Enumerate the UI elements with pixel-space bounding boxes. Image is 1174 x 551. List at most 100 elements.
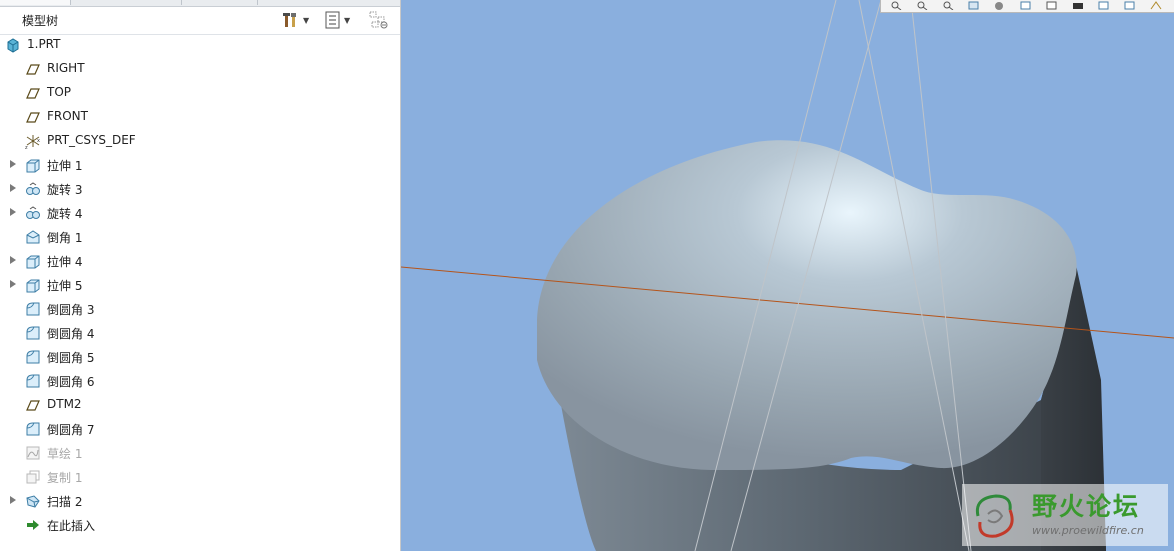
model-tree-panel: 模型树 ▼ ▼ 1.PRT RIGHT TOP FRONT z x PRT_CS… <box>0 0 401 551</box>
tree-item-extrude-1[interactable]: 拉伸 1 <box>0 154 396 176</box>
zoom-out-icon[interactable] <box>941 1 955 10</box>
tree-filter-icon <box>369 11 388 29</box>
zoom-in-icon[interactable] <box>915 1 929 10</box>
expand-arrow-icon[interactable] <box>10 256 16 264</box>
tree-item-round-4[interactable]: 倒圆角 4 <box>0 322 396 344</box>
tree-item-label: 拉伸 4 <box>47 255 83 269</box>
tree-item-round-6[interactable]: 倒圆角 6 <box>0 370 396 392</box>
expand-arrow-icon[interactable] <box>10 184 16 192</box>
tree-item-label: 倒角 1 <box>47 231 83 245</box>
tree-item-label: 旋转 4 <box>47 207 83 221</box>
svg-text:x: x <box>37 138 40 144</box>
repaint-icon[interactable] <box>967 1 981 10</box>
tree-columns-button[interactable]: ▼ <box>325 11 350 29</box>
watermark-logo-icon <box>975 494 1014 538</box>
tree-item-label: TOP <box>47 85 72 99</box>
tree-item-extrude-4[interactable]: 拉伸 4 <box>0 250 396 272</box>
settings-button[interactable]: ▼ <box>282 11 309 29</box>
expand-arrow-icon[interactable] <box>10 496 16 504</box>
tab-folder-browser[interactable] <box>71 0 182 5</box>
tree-item-insert-here[interactable]: 在此插入 <box>0 514 396 536</box>
tree-item-label: 扫描 2 <box>47 495 83 509</box>
graphics-viewport[interactable] <box>401 0 1174 551</box>
revolve-icon <box>26 206 40 219</box>
tree-item-sketch-1[interactable]: 草绘 1 <box>0 442 396 464</box>
display-style-icon[interactable] <box>993 1 1007 10</box>
tree-item-label: 拉伸 1 <box>47 159 83 173</box>
chevron-down-icon: ▼ <box>344 15 351 25</box>
extrude-icon <box>26 279 40 293</box>
tree-item-label: 倒圆角 5 <box>47 351 95 365</box>
chamfer-icon <box>26 230 40 244</box>
tree-item-revolve-4[interactable]: 旋转 4 <box>0 202 396 224</box>
watermark-url: www.proewildfire.cn <box>1032 524 1144 537</box>
sketch-icon <box>26 446 40 460</box>
tree-item-label: 倒圆角 4 <box>47 327 95 341</box>
tree-item-label: FRONT <box>47 109 88 123</box>
tree-item-label: 倒圆角 3 <box>47 303 95 317</box>
tree-item-label: DTM2 <box>47 397 82 411</box>
tree-item-label: PRT_CSYS_DEF <box>47 133 136 147</box>
insert-here-arrow-icon <box>27 520 39 530</box>
settings-icon <box>283 13 296 27</box>
round-icon <box>26 374 40 388</box>
svg-text:z: z <box>25 145 28 149</box>
expand-arrow-icon[interactable] <box>10 280 16 288</box>
tree-item-round-3[interactable]: 倒圆角 3 <box>0 298 396 320</box>
tree-item-label: 旋转 3 <box>47 183 83 197</box>
tree-item-chamfer-1[interactable]: 倒角 1 <box>0 226 396 248</box>
tree-item-label: 倒圆角 7 <box>47 423 95 437</box>
saved-views-icon[interactable] <box>1019 1 1033 10</box>
watermark-title: 野火论坛 <box>1032 492 1141 521</box>
tree-item-label: 拉伸 5 <box>47 279 83 293</box>
zoom-fit-icon[interactable] <box>889 1 903 10</box>
more-tools-icon[interactable] <box>1149 1 1163 10</box>
tree-item-label: RIGHT <box>47 61 85 75</box>
datum-plane-icon <box>26 112 40 123</box>
tree-item-label: 1.PRT <box>27 37 61 51</box>
tree-filter-button[interactable] <box>369 11 389 29</box>
tree-item-revolve-3[interactable]: 旋转 3 <box>0 178 396 200</box>
datum-plane-icon <box>26 88 40 99</box>
tree-item-extrude-5[interactable]: 拉伸 5 <box>0 274 396 296</box>
panel-header: 模型树 ▼ ▼ <box>0 6 400 35</box>
tab-favorites[interactable] <box>182 0 258 5</box>
datum-plane-icon <box>26 400 40 411</box>
datum-display-icon[interactable] <box>1071 1 1085 10</box>
tree-item-dtm2[interactable]: DTM2 <box>0 394 396 416</box>
tree-item-copy-1[interactable]: 复制 1 <box>0 466 396 488</box>
model-render <box>401 0 1174 551</box>
tree-columns-icon <box>325 11 340 29</box>
tree-item-label: 复制 1 <box>47 471 83 485</box>
chevron-down-icon: ▼ <box>303 15 310 25</box>
tree-item-round-7[interactable]: 倒圆角 7 <box>0 418 396 440</box>
tree-item-sweep-2[interactable]: 扫描 2 <box>0 490 396 512</box>
tree-item-label: 倒圆角 6 <box>47 375 95 389</box>
tree-item-round-5[interactable]: 倒圆角 5 <box>0 346 396 368</box>
revolve-icon <box>26 182 40 195</box>
datum-plane-icon <box>26 64 40 75</box>
sweep-icon <box>26 495 40 508</box>
tree-item-csys[interactable]: z x PRT_CSYS_DEF <box>0 130 396 152</box>
tree-item-label: 在此插入 <box>47 519 96 533</box>
tree-item-top[interactable]: TOP <box>0 82 396 104</box>
tree-item-right[interactable]: RIGHT <box>0 58 396 80</box>
expand-arrow-icon[interactable] <box>10 160 16 168</box>
extrude-icon <box>26 255 40 269</box>
view-manager-icon[interactable] <box>1045 1 1059 10</box>
tab-model-tree[interactable] <box>0 0 71 5</box>
copy-icon <box>26 470 40 484</box>
forum-watermark: 野火论坛 www.proewildfire.cn <box>962 484 1168 546</box>
round-icon <box>26 326 40 340</box>
spin-center-icon[interactable] <box>1123 1 1137 10</box>
annotation-display-icon[interactable] <box>1097 1 1111 10</box>
model-top-surface <box>537 140 1077 470</box>
round-icon <box>26 350 40 364</box>
round-icon <box>26 422 40 436</box>
coordinate-system-icon: z x <box>25 135 40 149</box>
view-toolbar <box>880 0 1174 13</box>
tree-item-front[interactable]: FRONT <box>0 106 396 128</box>
tree-item-root-part[interactable]: 1.PRT <box>0 34 396 56</box>
expand-arrow-icon[interactable] <box>10 208 16 216</box>
extrude-icon <box>26 159 40 173</box>
